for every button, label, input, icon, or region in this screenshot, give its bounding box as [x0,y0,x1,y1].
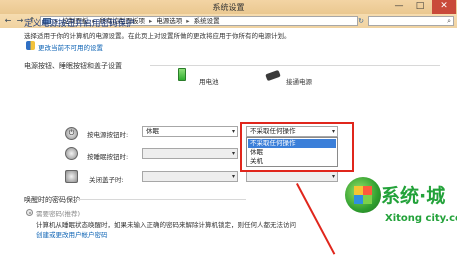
page-title: 定义电源按钮并启用密码保护 [24,19,135,29]
power-button-icon: ⏻ [65,127,78,140]
change-password-link[interactable]: 创建或更改用户帐户密码 [36,229,108,239]
section-title-password: 唤醒时的密码保护 [24,196,80,204]
laptop-lid-icon [65,170,78,183]
search-input[interactable]: ⌕ [368,16,454,26]
title-bar: 系统设置 — □ ✕ [0,0,457,14]
section-divider [76,199,246,200]
breadcrumb-power-options[interactable]: 电源选项 [156,17,182,25]
password-description: 计算机从睡眠状态唤醒时，如果未输入正确的密码来解除计算机锁定，则任何人都无法访问 [36,221,296,229]
lid-battery-select[interactable]: ▾ [142,171,238,182]
breadcrumb-system-settings[interactable]: 系统设置 [194,17,220,25]
chevron-down-icon: ▾ [231,173,235,180]
chevron-down-icon: ▾ [231,128,235,135]
lid-close-label: 关闭盖子时: [89,176,124,184]
highlight-box [240,122,354,172]
search-icon[interactable]: ⌕ [447,17,451,25]
watermark-url: Xitong city.com [385,213,457,224]
close-button[interactable]: ✕ [432,0,456,14]
uac-shield-icon [26,41,35,50]
change-settings-link[interactable]: 更改当前不可用的设置 [38,42,103,52]
section-divider [150,65,440,66]
refresh-icon[interactable]: ↻ [356,16,366,26]
breadcrumb-separator: ▸ [149,17,153,25]
chevron-down-icon: ▾ [331,173,335,180]
select-value: 休眠 [146,127,159,135]
watermark: 系统·城 Xitong city.com [345,173,457,242]
back-arrow-icon[interactable]: ← [3,16,13,26]
power-button-label: 按电源按钮时: [87,131,129,139]
battery-icon [178,68,186,81]
breadcrumb-separator: ▸ [186,17,190,25]
lid-plugged-select[interactable]: ▾ [246,171,338,182]
require-password-label: 需要密码(推荐) [36,210,81,218]
maximize-button[interactable]: □ [410,0,430,14]
sleep-button-label: 按睡眠按钮时: [87,153,129,161]
sleep-button-battery-select[interactable]: ▾ [142,148,238,159]
watermark-text: 系统·城 [381,185,446,207]
require-password-radio[interactable] [26,209,33,216]
minimize-button[interactable]: — [389,0,409,14]
power-button-battery-select[interactable]: 休眠 ▾ [142,126,238,137]
sleep-button-icon [65,147,78,160]
column-header-plugged: 接通电源 [286,78,312,86]
page-description: 选择适用于你的计算机的电源设置。在此页上对设置所做的更改将应用于你所有的电源计划… [24,32,291,40]
chevron-down-icon: ▾ [231,150,235,157]
section-title-buttons: 电源按钮、睡眠按钮和盖子设置 [24,62,122,70]
column-header-battery: 用电池 [199,78,219,86]
watermark-logo-icon [345,177,381,213]
